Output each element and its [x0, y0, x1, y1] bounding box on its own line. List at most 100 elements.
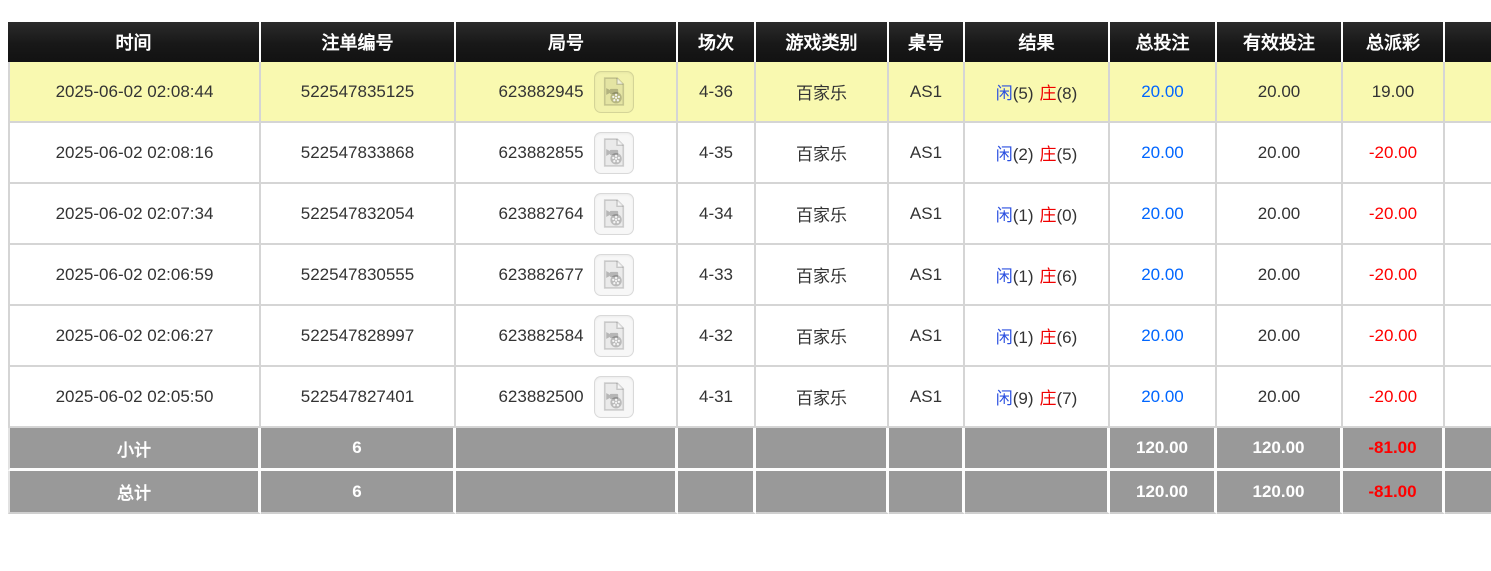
cell-round-id: 623882764: [456, 184, 678, 245]
cell-result: 闲(5)庄(8): [965, 62, 1110, 123]
cell-extra: [1445, 367, 1491, 428]
cell-bet-id: 522547828997: [261, 306, 456, 367]
grand-total-row: 总计 6 120.00 120.00 -81.00: [8, 471, 1491, 514]
cell-payout: -20.00: [1343, 184, 1445, 245]
result-banker-score: (6): [1057, 267, 1078, 286]
grand-total-total-bet: 120.00: [1110, 471, 1217, 514]
cell-session: 4-35: [678, 123, 756, 184]
payout-value: 19.00: [1372, 82, 1415, 101]
result-player-score: (9): [1013, 389, 1034, 408]
cell-session: 4-32: [678, 306, 756, 367]
cell-valid-bet: 20.00: [1217, 62, 1343, 123]
subtotal-empty: [678, 428, 756, 471]
result-banker-score: (6): [1057, 328, 1078, 347]
result-banker-score: (7): [1057, 389, 1078, 408]
subtotal-valid-bet: 120.00: [1217, 428, 1343, 471]
bet-history-table-wrap: 时间 注单编号 局号 场次 游戏类别 桌号 结果 总投注 有效投注 总派彩 20…: [8, 22, 1491, 514]
grand-total-valid-bet: 120.00: [1217, 471, 1343, 514]
cell-table-no: AS1: [889, 245, 965, 306]
col-header-table-no: 桌号: [889, 22, 965, 62]
result-player-score: (1): [1013, 206, 1034, 225]
cell-bet-id: 522547835125: [261, 62, 456, 123]
result-banker-score: (0): [1057, 206, 1078, 225]
table-row: 2025-06-02 02:05:50 522547827401 6238825…: [8, 367, 1491, 428]
grand-total-empty: [965, 471, 1110, 514]
round-id-text: 623882855: [498, 143, 583, 163]
cell-bet-id: 522547830555: [261, 245, 456, 306]
cell-result: 闲(1)庄(6): [965, 245, 1110, 306]
video-replay-button[interactable]: [594, 132, 634, 174]
payout-value: -20.00: [1369, 143, 1417, 162]
cell-game-type: 百家乐: [756, 367, 889, 428]
video-replay-button[interactable]: [594, 193, 634, 235]
total-bet-link[interactable]: 20.00: [1141, 143, 1184, 162]
cell-payout: -20.00: [1343, 123, 1445, 184]
result-player-score: (2): [1013, 145, 1034, 164]
grand-total-label: 总计: [8, 471, 261, 514]
cell-session: 4-31: [678, 367, 756, 428]
col-header-time: 时间: [8, 22, 261, 62]
total-bet-link[interactable]: 20.00: [1141, 265, 1184, 284]
payout-value: -20.00: [1369, 204, 1417, 223]
col-header-round-id: 局号: [456, 22, 678, 62]
subtotal-count: 6: [261, 428, 456, 471]
video-replay-button[interactable]: [594, 254, 634, 296]
cell-total-bet: 20.00: [1110, 184, 1217, 245]
payout-value: -20.00: [1369, 387, 1417, 406]
round-id-text: 623882500: [498, 387, 583, 407]
col-header-session: 场次: [678, 22, 756, 62]
grand-total-empty: [678, 471, 756, 514]
cell-bet-id: 522547832054: [261, 184, 456, 245]
total-bet-link[interactable]: 20.00: [1141, 387, 1184, 406]
cell-round-id: 623882945: [456, 62, 678, 123]
cell-valid-bet: 20.00: [1217, 123, 1343, 184]
table-row: 2025-06-02 02:06:59 522547830555 6238826…: [8, 245, 1491, 306]
video-replay-button[interactable]: [594, 376, 634, 418]
cell-game-type: 百家乐: [756, 184, 889, 245]
cell-total-bet: 20.00: [1110, 62, 1217, 123]
bet-history-table: 时间 注单编号 局号 场次 游戏类别 桌号 结果 总投注 有效投注 总派彩 20…: [8, 22, 1491, 514]
grand-total-empty: [1445, 471, 1491, 514]
video-camera-film-icon: [601, 321, 627, 350]
video-replay-button[interactable]: [594, 315, 634, 357]
subtotal-empty: [456, 428, 678, 471]
cell-extra: [1445, 62, 1491, 123]
cell-payout: -20.00: [1343, 367, 1445, 428]
grand-total-payout: -81.00: [1343, 471, 1445, 514]
subtotal-empty: [1445, 428, 1491, 471]
col-header-payout: 总派彩: [1343, 22, 1445, 62]
grand-total-empty: [889, 471, 965, 514]
header-row: 时间 注单编号 局号 场次 游戏类别 桌号 结果 总投注 有效投注 总派彩: [8, 22, 1491, 62]
cell-extra: [1445, 184, 1491, 245]
cell-bet-id: 522547827401: [261, 367, 456, 428]
total-bet-link[interactable]: 20.00: [1141, 204, 1184, 223]
result-player-score: (1): [1013, 328, 1034, 347]
cell-game-type: 百家乐: [756, 306, 889, 367]
result-player-score: (1): [1013, 267, 1034, 286]
cell-payout: -20.00: [1343, 245, 1445, 306]
cell-game-type: 百家乐: [756, 62, 889, 123]
cell-table-no: AS1: [889, 367, 965, 428]
cell-game-type: 百家乐: [756, 245, 889, 306]
grand-total-count: 6: [261, 471, 456, 514]
video-replay-button[interactable]: [594, 71, 634, 113]
total-bet-link[interactable]: 20.00: [1141, 326, 1184, 345]
cell-table-no: AS1: [889, 62, 965, 123]
result-banker-label: 庄: [1040, 206, 1057, 225]
col-header-game-type: 游戏类别: [756, 22, 889, 62]
cell-time: 2025-06-02 02:08:16: [8, 123, 261, 184]
subtotal-label: 小计: [8, 428, 261, 471]
cell-valid-bet: 20.00: [1217, 245, 1343, 306]
cell-session: 4-33: [678, 245, 756, 306]
cell-extra: [1445, 123, 1491, 184]
cell-total-bet: 20.00: [1110, 306, 1217, 367]
cell-time: 2025-06-02 02:06:27: [8, 306, 261, 367]
total-bet-link[interactable]: 20.00: [1141, 82, 1184, 101]
cell-round-id: 623882855: [456, 123, 678, 184]
cell-time: 2025-06-02 02:06:59: [8, 245, 261, 306]
col-header-extra: [1445, 22, 1491, 62]
video-camera-film-icon: [601, 138, 627, 167]
result-banker-label: 庄: [1040, 145, 1057, 164]
cell-time: 2025-06-02 02:07:34: [8, 184, 261, 245]
result-player-label: 闲: [996, 206, 1013, 225]
